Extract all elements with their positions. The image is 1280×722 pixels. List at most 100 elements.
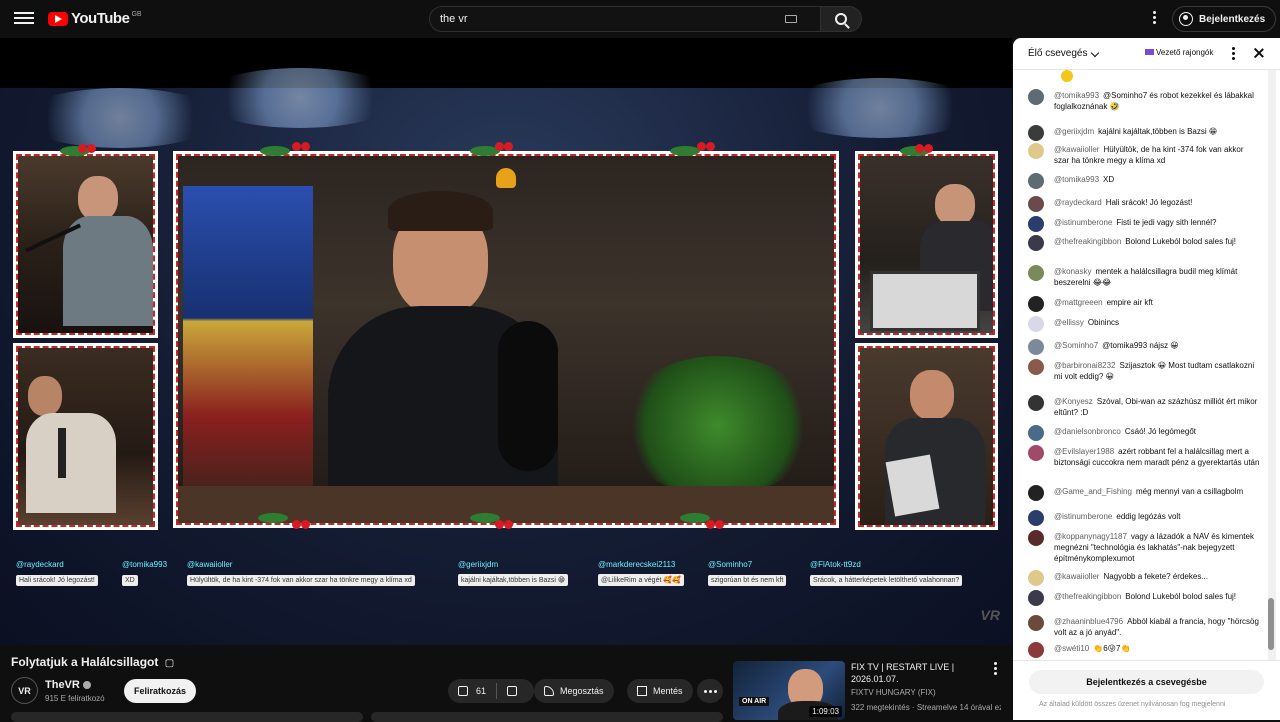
chat-avatar[interactable] <box>1028 173 1044 189</box>
chat-avatar[interactable] <box>1028 570 1044 586</box>
like-count[interactable]: 61 <box>476 686 486 696</box>
chat-avatar[interactable] <box>1028 510 1044 526</box>
chat-author[interactable]: @koppanynagy1187 <box>1054 532 1127 541</box>
chat-author[interactable]: @thefreakingibbon <box>1054 237 1121 246</box>
chat-author[interactable]: @swéti10 <box>1054 644 1089 653</box>
holly-berries <box>292 142 312 152</box>
chat-avatar[interactable] <box>1028 143 1044 159</box>
recommended-channel[interactable]: FIXTV HUNGARY (FIX) <box>851 688 936 697</box>
share-button[interactable]: Megosztás <box>534 679 614 703</box>
chat-author[interactable]: @Game_and_Fishing <box>1054 487 1132 496</box>
chat-message: @swéti10 👏6😜7👏 <box>1028 642 1260 658</box>
recommended-title[interactable]: FIX TV | RESTART LIVE | 2026.01.07. <box>851 661 986 685</box>
channel-avatar[interactable]: VR <box>11 677 38 704</box>
chat-author[interactable]: @ellissy <box>1054 318 1084 327</box>
chat-message: @konasky mentek a halálcsillagra budil me… <box>1028 265 1260 288</box>
more-actions-button[interactable] <box>697 679 723 703</box>
video-player[interactable]: @raydeckard Hali srácok! Jó legozást! @t… <box>0 38 1012 645</box>
webcam-right-top <box>855 151 998 338</box>
settings-more-icon[interactable] <box>1152 11 1158 27</box>
chat-avatar[interactable] <box>1028 395 1044 411</box>
chat-message: @zhaaninblue4796 Abból kiabál a francia, … <box>1028 615 1260 638</box>
overlay-chat-message: @LilikeRim a végét 🥰🥰 <box>598 574 684 586</box>
recommended-thumbnail[interactable]: ON AIR 1:09:03 <box>733 661 845 720</box>
chat-message: @mattgreeen empire air kft <box>1028 296 1260 312</box>
chat-message-body: @thefreakingibbon Bolond Lukeból bolod sa… <box>1054 591 1260 606</box>
comments-box[interactable] <box>371 712 723 722</box>
save-label: Mentés <box>653 686 683 696</box>
channel-name[interactable]: TheVR <box>45 679 91 691</box>
overlay-chat-message: Hali srácok! Jó legozást! <box>16 575 98 586</box>
chat-avatar[interactable] <box>1028 425 1044 441</box>
search-icon <box>835 13 847 25</box>
chat-author[interactable]: @thefreakingibbon <box>1054 592 1121 601</box>
recommended-meta: 322 megtekintés · Streamelve 14 órával e… <box>851 703 1001 712</box>
chat-scroll-thumb[interactable] <box>1268 598 1274 650</box>
dislike-icon[interactable] <box>507 686 518 696</box>
top-fans-button[interactable]: Vezető rajongók <box>1145 48 1213 57</box>
chat-author[interactable]: @tomika993 <box>1054 91 1099 100</box>
chat-avatar[interactable] <box>1028 590 1044 606</box>
video-title-text: Folytatjuk a Halálcsillagot <box>11 655 159 669</box>
chat-author[interactable]: @danielsonbronco <box>1054 427 1121 436</box>
description-box[interactable] <box>11 712 363 722</box>
like-dislike-group: 61 <box>448 679 534 703</box>
chat-message: @koppanynagy1187 vagy a lázadók a NAV és … <box>1028 530 1260 564</box>
signin-button[interactable]: Bejelentkezés <box>1172 6 1277 32</box>
chat-avatar[interactable] <box>1028 235 1044 251</box>
share-label: Megosztás <box>560 686 604 696</box>
chat-author[interactable]: @tomika993 <box>1054 175 1099 184</box>
chat-author[interactable]: @kawaiioller <box>1054 572 1099 581</box>
subscribe-button[interactable]: Feliratkozás <box>124 679 197 703</box>
chat-author[interactable]: @konasky <box>1054 267 1091 276</box>
chat-author[interactable]: @Evilslayer1988 <box>1054 447 1114 456</box>
emoji-icon <box>1061 70 1073 82</box>
chat-avatar[interactable] <box>1028 125 1044 141</box>
chat-author[interactable]: @raydeckard <box>1054 198 1102 207</box>
chat-avatar[interactable] <box>1028 615 1044 631</box>
overlay-chat-4: @geriixjdm kajálni kajáltak,többen is Ba… <box>458 560 569 590</box>
chat-author[interactable]: @barbironai8232 <box>1054 361 1116 370</box>
chat-author[interactable]: @geriixjdm <box>1054 127 1094 136</box>
chat-message: @tomika993 @Sominho7 és robot kezekkel és… <box>1028 89 1260 112</box>
close-icon[interactable] <box>1253 47 1265 59</box>
chat-author[interactable]: @istinumberone <box>1054 512 1112 521</box>
chat-avatar[interactable] <box>1028 316 1044 332</box>
chat-author[interactable]: @mattgreeen <box>1054 298 1103 307</box>
chat-avatar[interactable] <box>1028 530 1044 546</box>
chat-author[interactable]: @kawaiioller <box>1054 145 1099 154</box>
like-icon[interactable] <box>458 686 468 696</box>
chat-avatar[interactable] <box>1028 296 1044 312</box>
channel-watermark: VR <box>980 607 1000 623</box>
chat-avatar[interactable] <box>1028 445 1044 461</box>
chat-avatar[interactable] <box>1028 216 1044 232</box>
chat-mode-dropdown[interactable]: Élő csevegés <box>1028 48 1100 59</box>
chat-avatar[interactable] <box>1028 265 1044 281</box>
keyboard-icon[interactable] <box>785 15 797 23</box>
chat-avatar[interactable] <box>1028 642 1044 658</box>
holly-berries <box>292 520 312 530</box>
chat-avatar[interactable] <box>1028 339 1044 355</box>
youtube-logo[interactable]: YouTube GB <box>48 10 142 27</box>
chat-avatar[interactable] <box>1028 196 1044 212</box>
chat-author[interactable]: @zhaaninblue4796 <box>1054 617 1123 626</box>
chat-avatar[interactable] <box>1028 485 1044 501</box>
chat-author[interactable]: @Sominho7 <box>1054 341 1098 350</box>
signin-label: Bejelentkezés <box>1199 13 1266 25</box>
chat-message-text: eddig legózás volt <box>1116 512 1181 521</box>
recommended-more-icon[interactable] <box>993 662 999 678</box>
menu-icon[interactable] <box>14 9 34 29</box>
search-button[interactable] <box>820 6 862 32</box>
chat-scrollbar[interactable] <box>1268 70 1276 660</box>
chat-author[interactable]: @istinumberone <box>1054 218 1112 227</box>
chat-more-icon[interactable] <box>1231 47 1235 62</box>
chat-signin-button[interactable]: Bejelentkezés a csevegésbe <box>1029 670 1264 694</box>
chat-author[interactable]: @Konyesz <box>1054 397 1093 406</box>
save-button[interactable]: Mentés <box>627 679 693 703</box>
chat-message-body: @raydeckard Hali srácok! Jó legozást! <box>1054 197 1260 212</box>
chat-avatar[interactable] <box>1028 359 1044 375</box>
chat-avatar[interactable] <box>1028 89 1044 105</box>
logo-text: YouTube <box>71 10 130 27</box>
overlay-chat-name: @markderecskei2113 <box>598 560 676 569</box>
search-input[interactable] <box>440 13 760 25</box>
